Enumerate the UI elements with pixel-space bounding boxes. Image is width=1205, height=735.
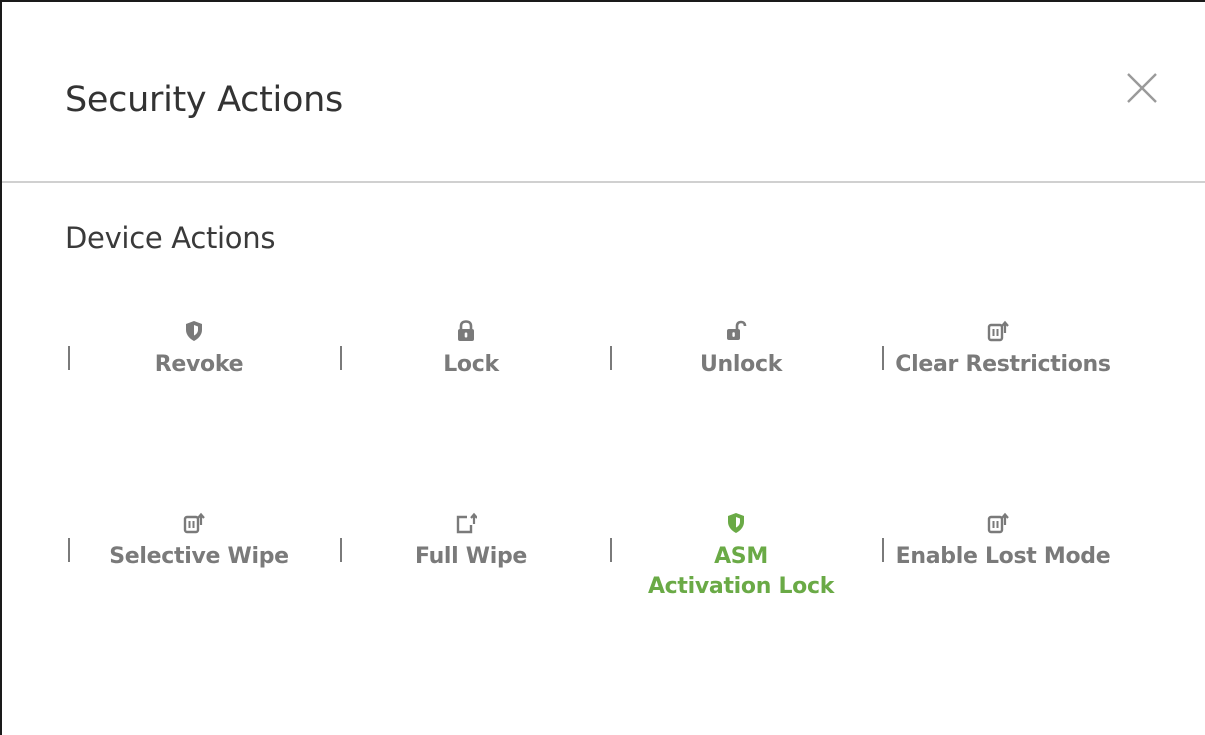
action-label: Revoke	[154, 352, 244, 377]
close-icon[interactable]	[1120, 66, 1164, 110]
action-label: Lock	[443, 352, 499, 377]
separator	[340, 346, 342, 370]
unlock-action[interactable]: Unlock	[606, 320, 866, 430]
security-actions-dialog: Security Actions Device Actions Revoke L…	[0, 0, 1205, 735]
shield-icon	[606, 512, 866, 534]
device-arrow-icon	[878, 512, 1118, 534]
section-title: Device Actions	[65, 221, 276, 255]
action-label: Unlock	[699, 352, 783, 377]
action-label: Clear Restrictions	[895, 352, 1111, 377]
action-label: ASM Activation Lock	[616, 542, 866, 602]
selective-wipe-action[interactable]: Selective Wipe	[64, 512, 324, 622]
dialog-title: Security Actions	[65, 80, 343, 120]
lock-action[interactable]: Lock	[336, 320, 596, 430]
shield-icon	[64, 320, 324, 342]
separator	[610, 538, 612, 562]
revoke-action[interactable]: Revoke	[64, 320, 324, 430]
action-label: Full Wipe	[414, 544, 528, 569]
action-label-line1: ASM	[714, 544, 768, 569]
action-label: Selective Wipe	[109, 544, 289, 569]
full-wipe-action[interactable]: Full Wipe	[336, 512, 596, 622]
unlock-icon	[606, 320, 866, 342]
device-arrow-icon	[878, 320, 1118, 342]
asm-activation-lock-action[interactable]: ASM Activation Lock	[606, 512, 866, 622]
clear-restrictions-action[interactable]: Clear Restrictions	[878, 320, 1118, 430]
separator	[68, 346, 70, 370]
lock-icon	[336, 320, 596, 342]
separator	[882, 346, 884, 370]
separator	[882, 538, 884, 562]
separator	[340, 538, 342, 562]
enable-lost-mode-action[interactable]: Enable Lost Mode	[878, 512, 1118, 622]
dialog-header: Security Actions	[2, 2, 1205, 181]
header-divider	[2, 181, 1205, 183]
action-label: Enable Lost Mode	[895, 544, 1111, 569]
export-icon	[336, 512, 596, 534]
separator	[610, 346, 612, 370]
separator	[68, 538, 70, 562]
device-arrow-icon	[64, 512, 324, 534]
action-label-line2: Activation Lock	[647, 574, 835, 599]
